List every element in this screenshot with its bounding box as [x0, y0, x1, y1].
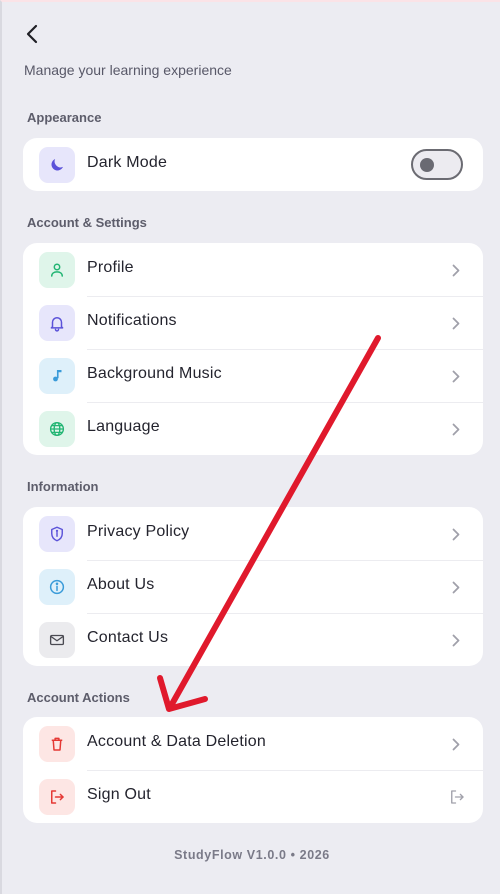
chevron-right-icon — [449, 632, 463, 648]
section-label-account-settings: Account & Settings — [27, 215, 147, 230]
list-item-privacy-policy[interactable]: Privacy Policy — [23, 507, 483, 560]
dark-mode-toggle[interactable] — [411, 149, 463, 180]
chevron-right-icon — [449, 736, 463, 752]
globe-icon — [39, 411, 75, 447]
list-item-label: Language — [87, 418, 160, 435]
list-item-profile[interactable]: Profile — [23, 243, 483, 296]
settings-screen: Manage your learning experience Appearan… — [0, 0, 500, 894]
chevron-right-icon — [449, 579, 463, 595]
appearance-card: Dark Mode — [23, 138, 483, 191]
bell-icon — [39, 305, 75, 341]
logout-icon — [447, 789, 467, 805]
music-note-icon — [39, 358, 75, 394]
list-item-label: Background Music — [87, 365, 222, 382]
list-item-label: Notifications — [87, 312, 177, 329]
section-label-account-actions: Account Actions — [27, 690, 130, 705]
chevron-right-icon — [449, 526, 463, 542]
list-item-background-music[interactable]: Background Music — [23, 349, 483, 402]
mail-icon — [39, 622, 75, 658]
list-item-account-deletion[interactable]: Account & Data Deletion — [23, 717, 483, 770]
chevron-right-icon — [449, 315, 463, 331]
list-item-notifications[interactable]: Notifications — [23, 296, 483, 349]
chevron-left-icon — [26, 24, 38, 44]
list-item-language[interactable]: Language — [23, 402, 483, 455]
back-button[interactable] — [18, 20, 46, 48]
shield-icon — [39, 516, 75, 552]
chevron-right-icon — [449, 421, 463, 437]
list-item-label: Profile — [87, 259, 134, 276]
list-item-label: Privacy Policy — [87, 523, 190, 540]
info-icon — [39, 569, 75, 605]
information-card: Privacy Policy About Us Contact Us — [23, 507, 483, 666]
version-footer: StudyFlow V1.0.0 • 2026 — [174, 848, 330, 862]
trash-icon — [39, 726, 75, 762]
page-subtitle: Manage your learning experience — [24, 62, 232, 78]
chevron-right-icon — [449, 368, 463, 384]
dark-mode-label: Dark Mode — [87, 154, 168, 171]
list-item-label: About Us — [87, 576, 155, 593]
section-label-information: Information — [27, 479, 99, 494]
logout-icon — [39, 779, 75, 815]
account-settings-card: Profile Notifications Background Music L… — [23, 243, 483, 455]
list-item-label: Contact Us — [87, 629, 169, 646]
list-item-about-us[interactable]: About Us — [23, 560, 483, 613]
section-label-appearance: Appearance — [27, 110, 102, 125]
person-icon — [39, 252, 75, 288]
account-actions-card: Account & Data Deletion Sign Out — [23, 717, 483, 823]
list-item-label: Sign Out — [87, 786, 151, 803]
moon-icon — [39, 147, 75, 183]
list-item-sign-out[interactable]: Sign Out — [23, 770, 483, 823]
chevron-right-icon — [449, 262, 463, 278]
list-item-label: Account & Data Deletion — [87, 733, 266, 750]
toggle-knob — [420, 158, 434, 172]
dark-mode-row: Dark Mode — [23, 138, 483, 191]
list-item-contact-us[interactable]: Contact Us — [23, 613, 483, 666]
